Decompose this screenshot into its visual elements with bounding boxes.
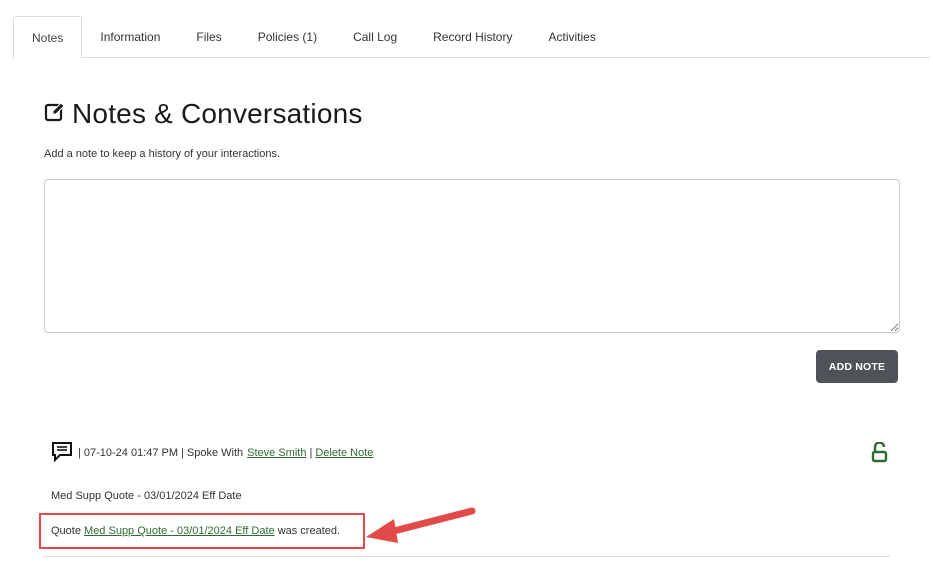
- note-subject: Med Supp Quote - 03/01/2024 Eff Date: [51, 490, 242, 502]
- page-title: Notes & Conversations: [44, 98, 363, 130]
- tab-policies[interactable]: Policies (1): [240, 16, 335, 57]
- quote-link[interactable]: Med Supp Quote - 03/01/2024 Eff Date: [84, 525, 275, 537]
- tab-bar: Notes Information Files Policies (1) Cal…: [13, 16, 930, 59]
- quote-suffix: was created.: [277, 525, 341, 537]
- page-subtitle: Add a note to keep a history of your int…: [44, 148, 281, 160]
- tab-files[interactable]: Files: [178, 16, 239, 57]
- quote-prefix: Quote: [51, 525, 81, 537]
- delete-note-link[interactable]: Delete Note: [315, 447, 373, 459]
- tab-call-log[interactable]: Call Log: [335, 16, 415, 57]
- tab-activities[interactable]: Activities: [530, 16, 613, 57]
- note-input[interactable]: [44, 179, 900, 333]
- add-note-button[interactable]: ADD NOTE: [816, 350, 898, 383]
- contact-link[interactable]: Steve Smith: [247, 447, 306, 459]
- note-timestamp: 07-10-24 01:47 PM: [83, 446, 179, 459]
- spoke-with-label: Spoke With: [186, 446, 244, 459]
- comment-icon: [51, 440, 73, 465]
- divider: [44, 556, 890, 557]
- tab-record-history[interactable]: Record History: [415, 16, 530, 57]
- tab-notes[interactable]: Notes: [13, 16, 83, 59]
- tab-information[interactable]: Information: [82, 16, 178, 57]
- unlocked-icon[interactable]: [871, 441, 889, 469]
- quote-line: Quote Med Supp Quote - 03/01/2024 Eff Da…: [51, 525, 340, 537]
- arrow-icon: [366, 507, 476, 543]
- edit-icon: [44, 101, 72, 128]
- note-meta: | 07-10-24 01:47 PM | Spoke With Steve S…: [51, 440, 373, 465]
- page-title-text: Notes & Conversations: [72, 98, 363, 129]
